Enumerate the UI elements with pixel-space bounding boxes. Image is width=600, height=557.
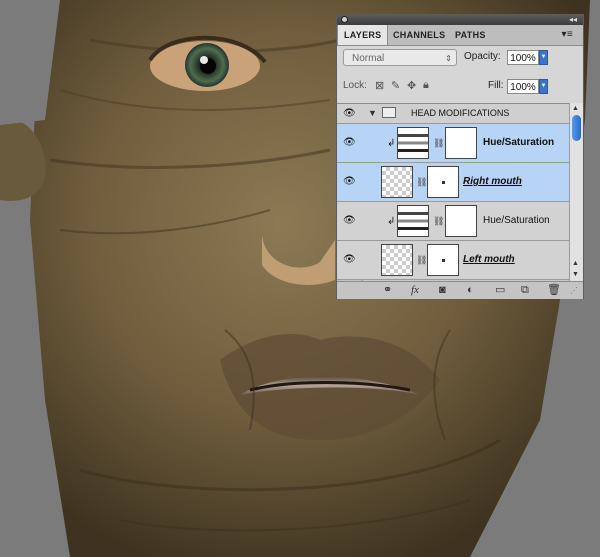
scroll-up-small-icon[interactable]: ▲ <box>572 260 579 267</box>
clip-arrow-icon: ↲ <box>387 138 396 149</box>
layer-name: Hue/Saturation <box>483 215 550 226</box>
fill-dropdown-icon[interactable]: ▼ <box>539 79 548 94</box>
trash-icon[interactable]: 🗑︎ <box>547 284 561 297</box>
folder-icon <box>382 107 396 118</box>
select-arrows-icon: ⇕ <box>445 54 452 63</box>
opacity-field[interactable]: 100% <box>507 50 539 65</box>
lock-position-icon[interactable]: ✥ <box>407 79 416 92</box>
mask-thumbnail[interactable] <box>445 205 477 237</box>
link-icon[interactable]: ⛓︎ <box>433 216 444 227</box>
fill-field[interactable]: 100% <box>507 79 539 94</box>
tab-paths[interactable]: PATHS <box>449 25 492 45</box>
eye-icon[interactable]: 👁︎ <box>343 138 357 148</box>
blend-opacity-row: Normal ⇕ Opacity: 100% ▼ <box>343 47 577 67</box>
panel-menu-icon[interactable]: ▾≡ <box>556 25 579 45</box>
adjustment-thumbnail <box>397 205 429 237</box>
adjustment-thumbnail <box>397 127 429 159</box>
lock-image-icon[interactable]: ✎ <box>391 79 400 92</box>
panel-titlebar: ◂◂ <box>337 15 583 25</box>
scroll-thumb[interactable] <box>572 115 581 141</box>
layer-name: Hue/Saturation <box>483 137 555 148</box>
opacity-label: Opacity: <box>464 51 501 62</box>
resize-grip-icon[interactable]: ⋰ <box>570 284 578 297</box>
layer-thumbnail <box>381 244 413 276</box>
new-layer-icon[interactable]: ⧉ <box>521 284 529 297</box>
opacity-dropdown-icon[interactable]: ▼ <box>539 50 548 65</box>
fill-label: Fill: <box>488 80 504 91</box>
layer-name: Right mouth <box>463 176 522 187</box>
link-icon[interactable]: ⛓︎ <box>416 177 427 188</box>
panel-bottom-toolbar: ⚭ fx ◙ ◐ ▭ ⧉ 🗑︎ ⋰ <box>337 281 583 299</box>
link-icon[interactable]: ⛓︎ <box>416 255 427 266</box>
eye-icon[interactable]: 👁︎ <box>343 216 357 226</box>
eye-icon[interactable]: 👁︎ <box>343 177 357 187</box>
scroll-up-icon[interactable]: ▲ <box>572 105 579 112</box>
new-group-icon[interactable]: ▭ <box>495 284 505 297</box>
lock-all-icon[interactable]: 🔒︎ <box>423 79 429 92</box>
mask-dot <box>442 181 445 184</box>
layer-row[interactable]: 👁︎ ↲ ⛓︎ Hue/Saturation <box>337 202 569 241</box>
layer-group[interactable]: 👁︎ ▼ HEAD MODIFICATIONS <box>337 104 569 124</box>
scroll-down-icon[interactable]: ▼ <box>572 271 579 278</box>
layer-row[interactable]: 👁︎ ↲ ⛓︎ Hue/Saturation <box>337 124 569 163</box>
mask-thumbnail[interactable] <box>427 244 459 276</box>
link-layers-icon[interactable]: ⚭ <box>383 284 392 297</box>
eye-icon[interactable]: 👁︎ <box>343 109 357 119</box>
link-icon[interactable]: ⛓︎ <box>433 138 444 149</box>
lock-label: Lock: <box>343 80 367 91</box>
layer-thumbnail <box>381 166 413 198</box>
mask-dot <box>442 259 445 262</box>
blend-mode-value: Normal <box>352 53 385 64</box>
layers-list: 👁︎ ▼ HEAD MODIFICATIONS 👁︎ ↲ ⛓︎ Hue/Satu… <box>337 103 569 282</box>
add-mask-icon[interactable]: ◙ <box>439 284 446 297</box>
eye-icon[interactable]: 👁︎ <box>343 255 357 265</box>
mask-thumbnail[interactable] <box>427 166 459 198</box>
tab-layers[interactable]: LAYERS <box>337 25 389 45</box>
blend-mode-select[interactable]: Normal ⇕ <box>343 49 457 66</box>
layer-row[interactable]: 👁︎ ⛓︎ Right mouth <box>337 163 569 202</box>
group-expand-icon[interactable]: ▼ <box>368 108 377 118</box>
lock-fill-row: Lock: ⊠ ✎ ✥ 🔒︎ Fill: 100% ▼ <box>343 77 577 97</box>
mask-thumbnail[interactable] <box>445 127 477 159</box>
lock-transparency-icon[interactable]: ⊠ <box>375 79 384 92</box>
layers-scrollbar[interactable]: ▲ ▲ ▼ <box>569 103 583 281</box>
clip-arrow-icon: ↲ <box>387 216 396 227</box>
panel-tabs: LAYERS CHANNELS PATHS ▾≡ <box>337 25 583 46</box>
layers-panel: ◂◂ LAYERS CHANNELS PATHS ▾≡ Normal ⇕ Opa… <box>336 14 584 299</box>
layer-name: Left mouth <box>463 254 515 265</box>
fx-icon[interactable]: fx <box>411 284 419 297</box>
tab-channels[interactable]: CHANNELS <box>387 25 451 45</box>
close-panel-icon[interactable] <box>341 16 348 23</box>
adjustment-layer-icon[interactable]: ◐ <box>467 284 474 297</box>
layer-row[interactable]: 👁︎ ⛓︎ Left mouth <box>337 241 569 280</box>
group-name: HEAD MODIFICATIONS <box>411 108 510 118</box>
collapse-panel-icon[interactable]: ◂◂ <box>569 15 577 25</box>
